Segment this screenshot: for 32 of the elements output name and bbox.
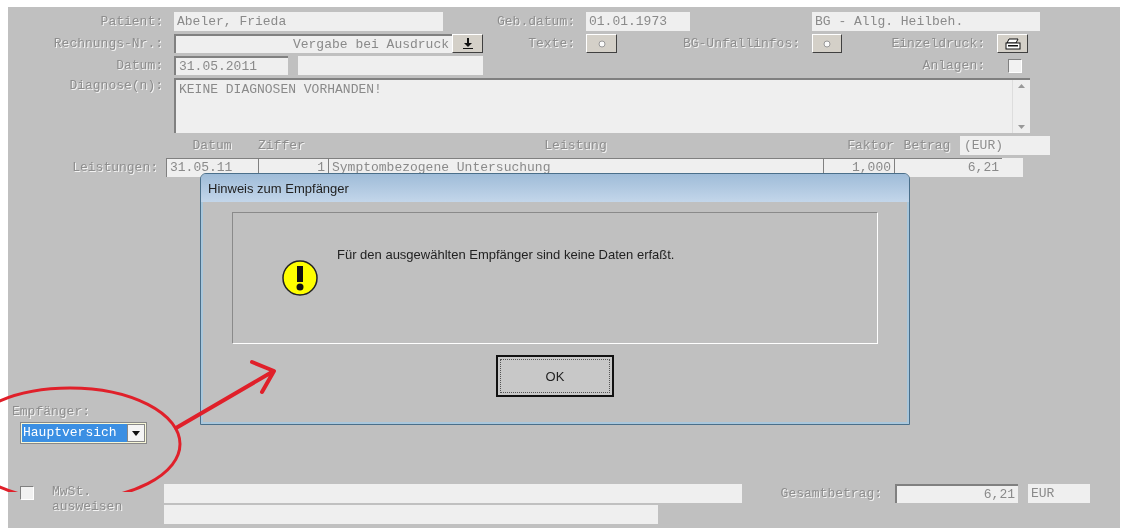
printer-icon: [1004, 37, 1021, 50]
print-button[interactable]: [997, 34, 1028, 53]
checkbox[interactable]: [20, 486, 34, 500]
texts-button[interactable]: [586, 34, 617, 53]
dot-icon: [597, 39, 606, 48]
text-field[interactable]: [164, 505, 658, 524]
ok-button[interactable]: OK: [496, 355, 614, 397]
caret-icon: [132, 430, 140, 436]
scroll-up-icon[interactable]: [1018, 84, 1025, 88]
total-field[interactable]: 6,21: [895, 484, 1018, 503]
diagnoses-field[interactable]: KEINE DIAGNOSEN VORHANDEN!: [174, 78, 1030, 133]
dialog-title: Hinweis zum Empfänger: [201, 174, 909, 202]
dot-icon: [823, 39, 831, 48]
exclamation-icon: [282, 260, 318, 296]
checkbox[interactable]: [1008, 58, 1022, 73]
column-header: (EUR): [960, 136, 1050, 155]
date-field[interactable]: 31.05.2011: [174, 56, 288, 75]
scroll-down-icon[interactable]: [1018, 125, 1025, 129]
accident-info-button[interactable]: [812, 34, 842, 53]
invoice-number-field[interactable]: Vergabe bei Ausdruck: [174, 34, 452, 53]
birth-date-field[interactable]: 01.01.1973: [586, 12, 690, 31]
patient-field[interactable]: Abeler, Frieda: [174, 12, 443, 31]
text-field[interactable]: [164, 484, 742, 503]
table-cell: [1002, 158, 1023, 177]
dropdown-button[interactable]: [127, 424, 145, 442]
table-cell[interactable]: 6,21: [894, 158, 1002, 177]
billing-type-field[interactable]: BG - Allg. Heilbeh.: [812, 12, 1040, 31]
currency-label: EUR: [1028, 484, 1090, 503]
dialog-message: Für den ausgewählten Empfänger sind keine Daten erfaßt.: [337, 247, 675, 262]
text-field[interactable]: [298, 56, 483, 75]
download-arrow-icon: [462, 38, 473, 49]
recipient-dropdown[interactable]: Hauptversich: [20, 422, 147, 444]
